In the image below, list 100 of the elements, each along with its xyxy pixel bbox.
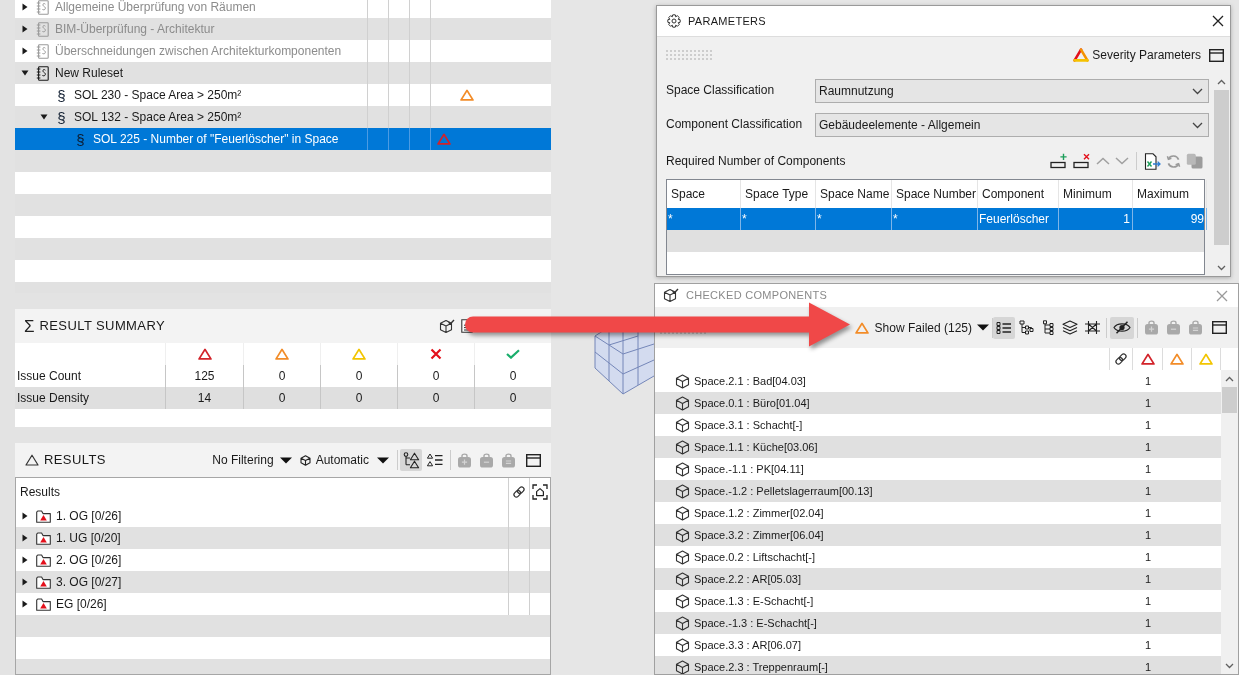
filter-dropdown[interactable]: Show Failed (125): [854, 315, 989, 340]
list-item-label: Space.1.1 : Küche[03.06]: [694, 439, 818, 455]
severity-parameters-button[interactable]: Severity Parameters: [1073, 46, 1201, 64]
list-item-label: Space.-1.1 : PK[04.11]: [694, 461, 804, 477]
link-icon[interactable]: [512, 484, 526, 499]
caret-right-icon[interactable]: [22, 534, 28, 542]
table-cell-text: 1: [1143, 549, 1153, 565]
chevron-down-icon: [1192, 121, 1203, 129]
window-icon[interactable]: [1209, 48, 1224, 62]
cube-icon: [675, 461, 690, 477]
check-icon: [506, 349, 520, 359]
cube-check-icon[interactable]: [439, 318, 455, 334]
tree-item[interactable]: 1. UG [0/20]: [16, 527, 550, 549]
scrollbar[interactable]: [1213, 73, 1230, 276]
close-icon[interactable]: [1212, 15, 1224, 27]
sigma-icon: Σ: [24, 317, 35, 335]
scroll-down-icon[interactable]: [1225, 662, 1234, 669]
classification-dropdown[interactable]: Gebäudeelemente - Allgemein: [815, 113, 1209, 137]
scrollbar-thumb[interactable]: [1214, 90, 1229, 245]
list-item-label: Space.-1.2 : Pelletslagerraum[00.13]: [694, 483, 873, 499]
table-cell-text: 1: [1143, 395, 1153, 411]
section-sign-icon: §: [76, 131, 85, 147]
folder-warning-icon: [36, 553, 51, 567]
list-item[interactable]: Space.2.3 : Treppenraum[-] 1: [655, 656, 1221, 674]
panel-title: RESULT SUMMARY: [39, 317, 166, 336]
warning-triangle-icon: [854, 321, 869, 334]
caret-right-icon[interactable]: [22, 512, 28, 520]
list-item-label: Space.1.3 : E-Schacht[-]: [694, 593, 814, 609]
section-sign-icon: §: [57, 109, 66, 125]
layers-icon: [1062, 320, 1078, 335]
classification-dropdown[interactable]: Raumnutzung: [815, 79, 1209, 103]
cube-icon: [299, 454, 311, 466]
list-item[interactable]: Space.-1.3 : E-Schacht[-] 1: [655, 612, 1221, 634]
focus-icon[interactable]: [532, 483, 548, 500]
table-cell: 14: [165, 387, 243, 409]
cube-icon: [675, 373, 690, 389]
delete-row-icon[interactable]: [1073, 153, 1091, 169]
caret-down-icon[interactable]: [21, 70, 29, 76]
list-item[interactable]: Space.3.2 : Zimmer[06.04] 1: [655, 524, 1221, 546]
section-title: Required Number of Components: [666, 153, 846, 170]
eye-slash-icon: [1113, 321, 1131, 334]
tree-triangles-icon: [402, 451, 420, 469]
tree-item-label: EG [0/26]: [56, 596, 107, 613]
tree-item[interactable]: § SOL 132 - Space Area > 250m²: [15, 106, 551, 128]
caret-right-icon[interactable]: [22, 556, 28, 564]
scrollbar-thumb[interactable]: [1222, 387, 1237, 413]
mode-dropdown[interactable]: Automatic: [299, 448, 389, 472]
list-item[interactable]: Space.1.1 : Küche[03.06] 1: [655, 436, 1221, 458]
scroll-up-icon[interactable]: [1225, 375, 1234, 382]
list-item-label: Space.2.3 : Treppenraum[-]: [694, 659, 828, 674]
table-row[interactable]: * * * * Feuerlöscher 1 99: [667, 208, 1204, 230]
caret-right-icon[interactable]: [22, 600, 28, 608]
drag-handle-icon[interactable]: [660, 332, 706, 334]
panel-title: CHECKED COMPONENTS: [686, 288, 828, 304]
tree-item[interactable]: 3. OG [0/27]: [16, 571, 550, 593]
drag-handle-icon[interactable]: [666, 50, 712, 60]
folder-warning-icon: [36, 509, 51, 523]
filter-dropdown[interactable]: No Filtering: [212, 448, 292, 472]
column-header: Maximum: [1137, 186, 1189, 203]
table-cell: 0: [320, 387, 397, 409]
tree-item[interactable]: New Ruleset: [15, 62, 551, 84]
table-cell: 0: [397, 387, 474, 409]
scrollbar[interactable]: [1221, 370, 1238, 674]
cube-icon: [675, 395, 690, 411]
row-label: Issue Count: [17, 368, 82, 385]
export-icon[interactable]: [1144, 152, 1161, 170]
field-label: Component Classification: [666, 117, 803, 131]
warning-triangle-icon: [275, 348, 289, 360]
tree-item[interactable]: § SOL 225 - Number of "Feuerlöscher" in Space: [15, 128, 551, 150]
tree-item-label: 1. UG [0/20]: [56, 530, 121, 547]
window-icon[interactable]: [1212, 321, 1227, 334]
list-item[interactable]: Space.-1.2 : Pelletslagerraum[00.13] 1: [655, 480, 1221, 502]
list-item[interactable]: Space.2.2 : AR[05.03] 1: [655, 568, 1221, 590]
cube-icon: [675, 483, 690, 499]
caret-down-icon[interactable]: [40, 114, 48, 120]
table-cell-text: 1: [1143, 659, 1153, 674]
list-item-label: Space.0.1 : Büro[01.04]: [694, 395, 810, 411]
panel-title: PARAMETERS: [688, 13, 766, 29]
row-label: Issue Density: [17, 390, 90, 407]
cube-icon: [675, 505, 690, 521]
chevron-down-icon: [1192, 87, 1203, 95]
window-icon[interactable]: [526, 453, 541, 467]
add-row-icon[interactable]: [1050, 153, 1068, 169]
link-icon[interactable]: [1114, 352, 1128, 366]
cube-icon: [675, 439, 690, 455]
scroll-up-icon[interactable]: [1217, 78, 1226, 85]
column-header: Space Name: [820, 186, 890, 203]
scroll-down-icon[interactable]: [1217, 264, 1226, 271]
tree-item-label: 2. OG [0/26]: [56, 552, 122, 569]
caret-right-icon[interactable]: [22, 578, 28, 586]
view-mode-button[interactable]: [400, 449, 422, 471]
visibility-toggle-button[interactable]: [1110, 316, 1134, 339]
tree-item-label: New Ruleset: [55, 65, 124, 82]
table-cell-text: 1: [1143, 593, 1153, 609]
list-item[interactable]: Space.0.1 : Büro[01.04] 1: [655, 392, 1221, 414]
tree-view-icon: [1018, 320, 1034, 335]
table-cell-text: 1: [1143, 615, 1153, 631]
view-mode-button[interactable]: [993, 316, 1015, 339]
list-item-label: Space.-1.3 : E-Schacht[-]: [694, 615, 817, 631]
settings-icon: [667, 14, 681, 28]
